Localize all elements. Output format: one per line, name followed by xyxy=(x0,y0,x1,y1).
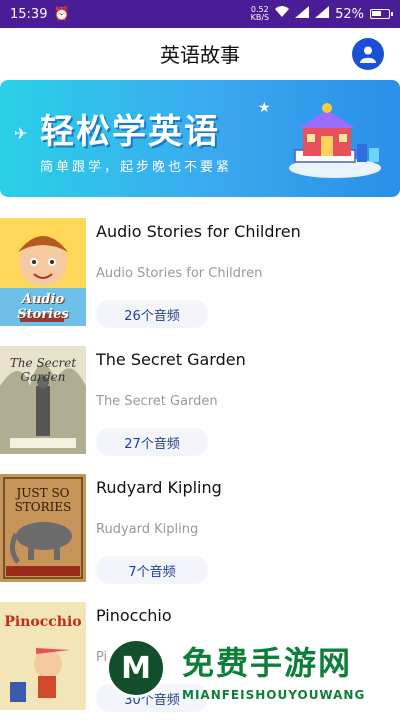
audio-count-badge: 7个音频 xyxy=(96,556,208,584)
battery-percent: 52% xyxy=(335,6,364,22)
signal-icon xyxy=(295,6,310,22)
network-speed: 0.52 KB/S xyxy=(250,5,270,22)
user-icon xyxy=(360,46,376,63)
list-item[interactable]: The Secret Garden The Secret Garden The … xyxy=(0,338,400,466)
audio-count-badge: 27个音频 xyxy=(96,428,208,456)
watermark-logo: M xyxy=(106,638,166,698)
cover-title: Pinocchio xyxy=(4,614,82,630)
battery-icon xyxy=(370,9,393,19)
site-watermark: M 免费手游网 MIANFEISHOUYOUWANG xyxy=(100,628,400,711)
book-cover: Pinocchio xyxy=(0,602,86,710)
story-subtitle: Rudyard Kipling xyxy=(96,522,199,537)
star-icon: ★ xyxy=(258,100,271,116)
cover-title: JUST SO STORIES xyxy=(14,486,72,514)
story-title: The Secret Garden xyxy=(96,350,246,369)
banner-subtitle: 简单跟学，起步晚也不要紧 xyxy=(40,160,233,175)
banner-headline: 轻松学英语 xyxy=(40,112,220,152)
signal-icon-2 xyxy=(315,6,330,22)
status-bar: 15:39 ⏰ 0.52 KB/S 52% xyxy=(0,0,400,28)
story-title: Rudyard Kipling xyxy=(96,478,222,497)
watermark-subtitle: MIANFEISHOUYOUWANG xyxy=(182,688,366,702)
page-title: 英语故事 xyxy=(160,42,240,67)
alarm-icon: ⏰ xyxy=(53,6,70,22)
story-title: Pinocchio xyxy=(96,606,172,625)
story-subtitle: Audio Stories for Children xyxy=(96,266,263,281)
paper-plane-icon: ✈ xyxy=(14,124,28,143)
list-item[interactable]: Audio Stories Audio Stories for Children… xyxy=(0,210,400,338)
cover-title: The Secret Garden xyxy=(9,356,77,384)
story-subtitle: The Secret Garden xyxy=(96,394,218,409)
wifi-icon xyxy=(275,6,290,22)
app-bar: 英语故事 xyxy=(0,28,400,78)
book-cover: JUST SO STORIES xyxy=(0,474,86,582)
list-item[interactable]: JUST SO STORIES Rudyard Kipling Rudyard … xyxy=(0,466,400,594)
book-cover: The Secret Garden xyxy=(0,346,86,454)
cover-title: Audio Stories xyxy=(17,292,69,322)
status-time: 15:39 xyxy=(10,6,48,22)
user-avatar-button[interactable] xyxy=(352,38,384,70)
audio-count-badge: 26个音频 xyxy=(96,300,208,328)
story-title: Audio Stories for Children xyxy=(96,222,301,241)
watermark-title: 免费手游网 xyxy=(182,644,353,682)
book-cover: Audio Stories xyxy=(0,218,86,326)
promo-banner[interactable]: ✈ 轻松学英语 ★ 简单跟学，起步晚也不要紧 xyxy=(0,80,400,197)
school-illustration xyxy=(289,103,381,178)
